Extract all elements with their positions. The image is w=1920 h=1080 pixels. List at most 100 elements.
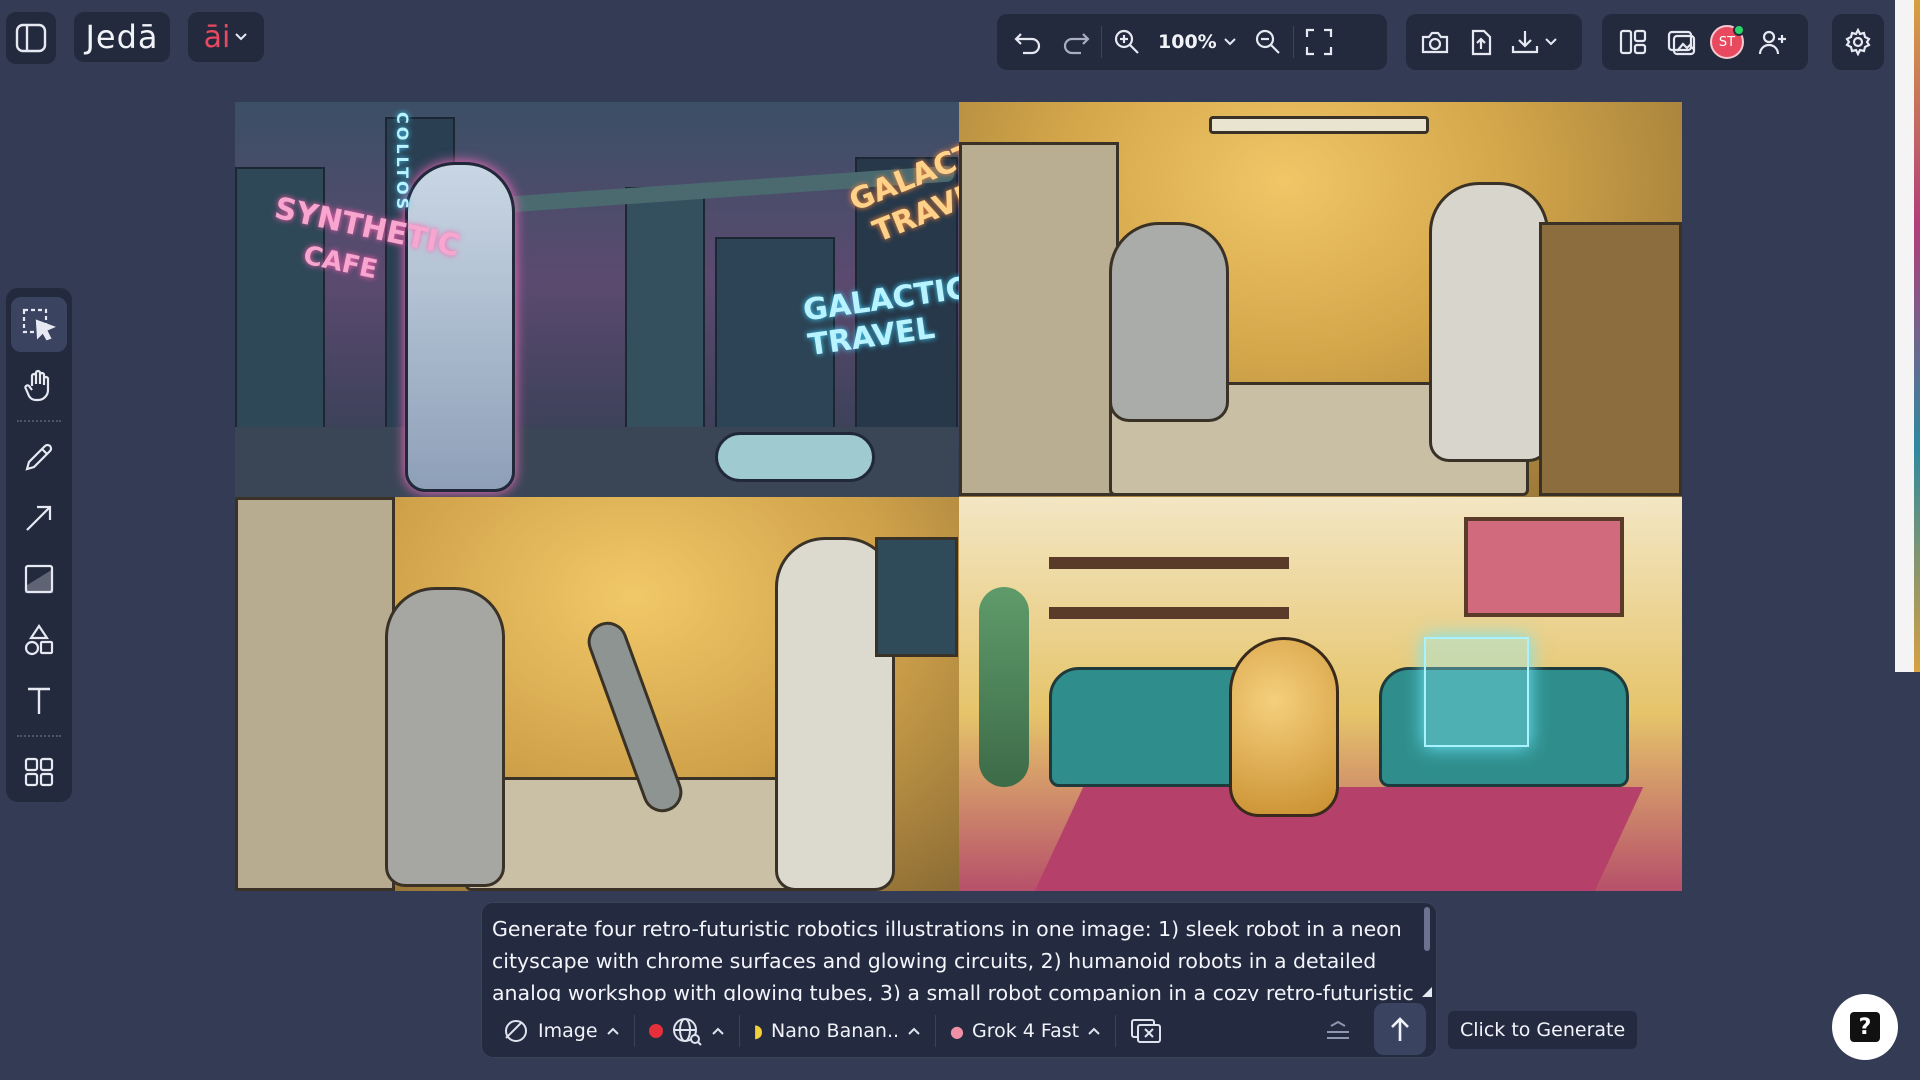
machine-rack [958, 142, 1119, 496]
shapes-tool[interactable] [11, 612, 67, 667]
zoom-in-icon [1113, 28, 1141, 56]
view-toolbar: 100% [997, 14, 1387, 70]
select-tool[interactable] [11, 297, 67, 352]
arrow-tool[interactable] [11, 490, 67, 545]
wall-painting [1463, 516, 1624, 617]
mode-label: Image [538, 1020, 598, 1042]
divider [738, 1015, 740, 1047]
undo-icon [1013, 28, 1043, 56]
text-tool[interactable] [11, 673, 67, 728]
chat-close-icon [1130, 1017, 1162, 1045]
banana-icon: ◗ [753, 1020, 763, 1042]
chevron-up-icon [711, 1026, 725, 1036]
robot-figure [1108, 222, 1229, 422]
arrow-up-icon [1388, 1015, 1412, 1043]
redo-button[interactable] [1053, 19, 1099, 65]
zoom-out-button[interactable] [1245, 19, 1291, 65]
illustration-neon-cityscape: SYNTHETIC CAFE COLLTOS GALACTIC TRAVEL G… [235, 102, 959, 497]
image-model-selector[interactable]: ◗ Nano Banan.. [746, 1011, 930, 1051]
fit-to-screen-button[interactable] [1296, 19, 1342, 65]
chevron-up-icon [907, 1026, 921, 1036]
collapse-button[interactable] [1318, 1011, 1358, 1051]
layout-panels-icon [1618, 27, 1648, 57]
wall-shelf [1048, 556, 1289, 569]
layout-button[interactable] [1610, 19, 1656, 65]
ai-menu-button[interactable]: āi [188, 12, 264, 62]
flying-car [715, 432, 875, 482]
text-icon [24, 685, 54, 717]
companion-robot [1228, 636, 1339, 817]
llm-model-selector[interactable]: ● Grok 4 Fast [942, 1011, 1109, 1051]
sidebar-toggle-button[interactable] [6, 12, 56, 64]
invite-user-button[interactable] [1750, 19, 1796, 65]
divider [17, 735, 61, 737]
resize-handle[interactable] [1422, 987, 1432, 997]
hologram [1423, 636, 1529, 747]
prompt-options-bar: Image ◗ Nano Banan.. ● Grok 4 Fast [482, 1003, 1438, 1059]
shapes-icon [23, 623, 55, 657]
canvas-context-button[interactable] [1122, 1011, 1170, 1051]
prompt-input[interactable]: Generate four retro-futuristic robotics … [492, 913, 1422, 1001]
ai-label: āi [203, 19, 231, 55]
download-dropdown[interactable] [1504, 19, 1564, 65]
neon-sign-colltos: COLLTOS [393, 112, 412, 213]
divider [1292, 26, 1294, 58]
left-toolbar [6, 288, 72, 802]
image-frame-icon [23, 563, 55, 595]
mode-selector[interactable]: Image [494, 1011, 628, 1051]
web-search-toggle[interactable] [641, 1011, 733, 1051]
ceiling-lamp [1208, 116, 1429, 134]
generated-image[interactable]: SYNTHETIC CAFE COLLTOS GALACTIC TRAVEL G… [235, 102, 1682, 891]
undo-button[interactable] [1005, 19, 1051, 65]
control-panel [235, 496, 395, 891]
scrollbar[interactable] [1424, 907, 1430, 951]
record-dot [648, 1024, 663, 1038]
wall-shelf [1048, 606, 1289, 619]
pencil-icon [23, 441, 55, 473]
apps-tool[interactable] [11, 744, 67, 799]
potted-plant [978, 586, 1029, 787]
camera-icon [1420, 29, 1450, 55]
sidebar-panel-icon [14, 21, 48, 55]
chevron-up-icon [1087, 1026, 1101, 1036]
globe-search-icon [671, 1016, 703, 1046]
fit-screen-icon [1304, 27, 1334, 57]
divider [935, 1015, 937, 1047]
screenshot-button[interactable] [1412, 19, 1458, 65]
robot-figure [405, 162, 515, 492]
download-icon [1510, 28, 1540, 56]
zoom-in-button[interactable] [1104, 19, 1150, 65]
user-avatar[interactable]: ST [1710, 24, 1745, 59]
image-model-label: Nano Banan.. [771, 1020, 900, 1042]
robot-figure [1428, 182, 1549, 462]
divider [1115, 1015, 1117, 1047]
select-cursor-icon [21, 307, 57, 343]
gallery-button[interactable] [1658, 19, 1704, 65]
zoom-level-dropdown[interactable]: 100% [1152, 19, 1243, 65]
help-button[interactable]: ? [1832, 994, 1898, 1060]
arrow-icon [23, 502, 55, 534]
hand-tool[interactable] [11, 358, 67, 413]
settings-button[interactable] [1832, 14, 1884, 70]
shelf-with-bins [1538, 222, 1682, 496]
generate-tooltip: Click to Generate [1448, 1011, 1638, 1049]
image-tool[interactable] [11, 551, 67, 606]
upload-button[interactable] [1458, 19, 1504, 65]
generate-button[interactable] [1374, 1003, 1426, 1055]
chevron-down-icon [1223, 37, 1237, 47]
gear-icon [1844, 28, 1872, 56]
add-user-icon [1758, 28, 1788, 56]
divider [633, 1015, 635, 1047]
brush-icon [502, 1018, 530, 1044]
online-status-dot [1733, 24, 1745, 36]
zoom-level: 100% [1158, 31, 1217, 53]
image-gallery-icon [1666, 27, 1696, 57]
grid-icon [23, 756, 55, 788]
collapse-lines-icon [1325, 1020, 1351, 1042]
pen-tool[interactable] [11, 429, 67, 484]
illustration-analog-workshop [958, 102, 1682, 497]
chevron-down-icon [1544, 37, 1558, 47]
offcanvas-image-edge [1914, 0, 1920, 672]
jeda-logo[interactable]: Jedā [74, 12, 170, 62]
redo-icon [1061, 28, 1091, 56]
